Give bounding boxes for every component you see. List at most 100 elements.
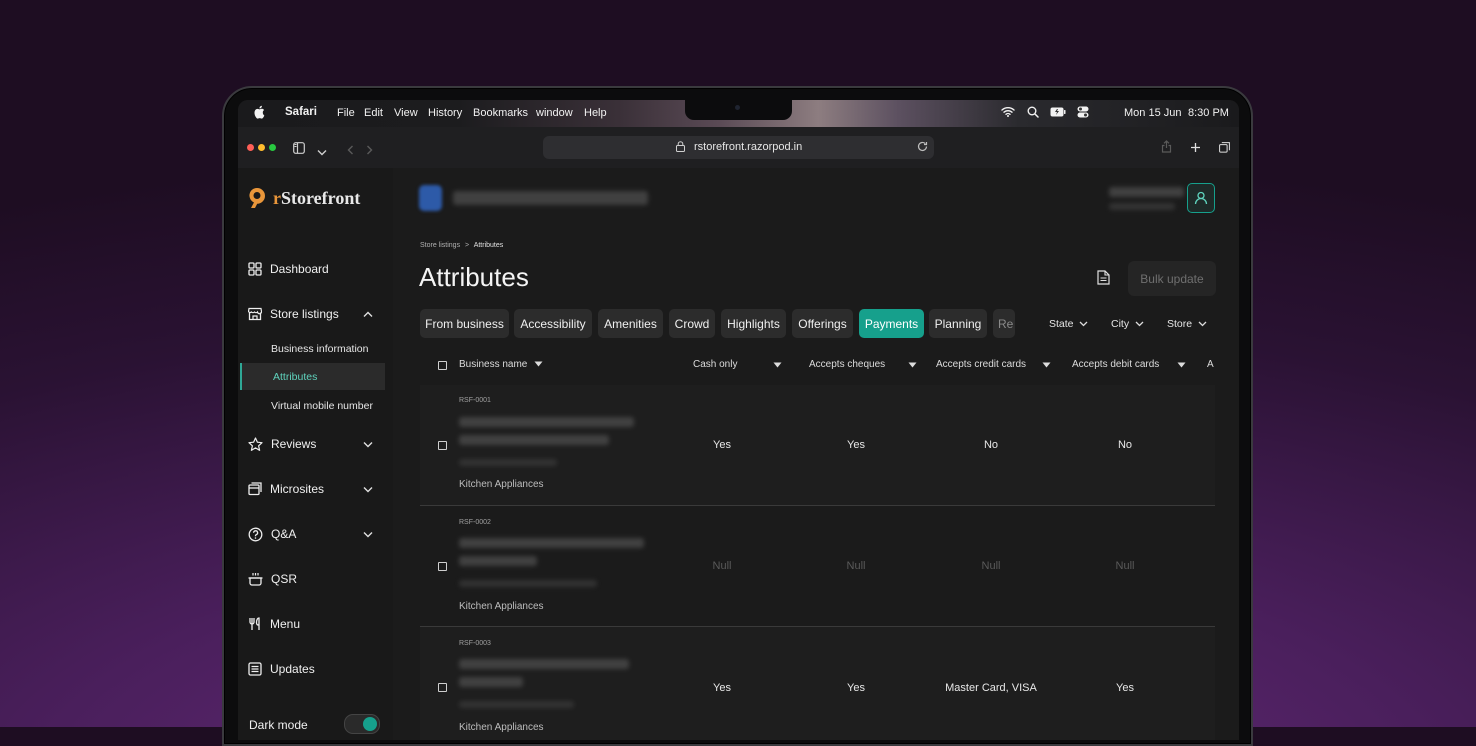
select-all-checkbox[interactable] <box>438 361 447 370</box>
sidebar-item-qa[interactable]: Q&A <box>248 521 383 547</box>
reload-icon[interactable] <box>917 141 928 155</box>
new-tab-icon[interactable] <box>1190 140 1201 158</box>
tab-from-business[interactable]: From business <box>420 309 509 338</box>
chevron-down-icon[interactable] <box>363 531 373 538</box>
menu-history[interactable]: History <box>428 107 462 119</box>
column-header-cash-only[interactable]: Cash only <box>693 359 737 370</box>
sidebar-toggle-icon[interactable] <box>293 141 305 159</box>
tab-re-truncated[interactable]: Re <box>993 309 1015 338</box>
sidebar-subitem-attributes[interactable]: Attributes <box>240 363 385 390</box>
menubar-app-name[interactable]: Safari <box>285 106 317 118</box>
bulk-update-button[interactable]: Bulk update <box>1128 261 1216 296</box>
cell-accepts-debit-cards[interactable]: Yes <box>1055 682 1195 694</box>
tab-planning[interactable]: Planning <box>929 309 987 338</box>
chevron-down-icon[interactable] <box>363 486 373 493</box>
filter-label: Store <box>1167 318 1193 330</box>
tab-amenities[interactable]: Amenities <box>598 309 663 338</box>
sidebar-item-menu[interactable]: Menu <box>248 611 300 637</box>
table-row[interactable]: RSF-0001 Kitchen Appliances Yes Yes No N… <box>420 385 1215 505</box>
cell-accepts-debit-cards[interactable]: Null <box>1055 560 1195 572</box>
menu-view[interactable]: View <box>394 107 418 119</box>
business-name-blurred <box>459 677 523 687</box>
question-icon <box>248 527 263 541</box>
sidebar-subitem-business-information[interactable]: Business information <box>240 335 385 362</box>
caret-down-icon[interactable] <box>908 362 917 368</box>
table-row[interactable]: RSF-0003 Kitchen Appliances Yes Yes Mast… <box>420 627 1215 740</box>
sidebar-subitem-virtual-mobile-number[interactable]: Virtual mobile number <box>240 392 385 419</box>
close-window-button[interactable] <box>247 144 254 151</box>
user-avatar-button[interactable] <box>1187 183 1215 213</box>
cell-accepts-cheques[interactable]: Yes <box>786 439 926 451</box>
caret-down-icon[interactable] <box>1042 362 1051 368</box>
filter-city[interactable]: City <box>1111 318 1144 330</box>
sidebar-item-microsites[interactable]: Microsites <box>248 476 383 502</box>
spotlight-search-icon[interactable] <box>1027 106 1039 121</box>
location-blurred <box>459 459 557 466</box>
cell-accepts-cheques[interactable]: Null <box>786 560 926 572</box>
cell-accepts-credit-cards[interactable]: Null <box>921 560 1061 572</box>
breadcrumb: Store listings > Attributes <box>420 242 503 249</box>
filter-store[interactable]: Store <box>1167 318 1207 330</box>
sidebar-item-store-listings[interactable]: Store listings <box>248 301 383 327</box>
cell-cash-only[interactable]: Yes <box>652 439 792 451</box>
dark-mode-toggle[interactable] <box>344 714 380 734</box>
chevron-down-icon[interactable] <box>363 441 373 448</box>
tab-crowd[interactable]: Crowd <box>669 309 715 338</box>
chevron-up-icon[interactable] <box>363 311 373 318</box>
sidebar-item-dashboard[interactable]: Dashboard <box>248 256 329 282</box>
cell-accepts-cheques[interactable]: Yes <box>786 682 926 694</box>
menu-edit[interactable]: Edit <box>364 107 383 119</box>
row-checkbox[interactable] <box>438 562 447 571</box>
row-checkbox[interactable] <box>438 683 447 692</box>
share-icon[interactable] <box>1161 140 1172 158</box>
address-bar[interactable]: rstorefront.razorpod.in <box>543 136 934 159</box>
forward-icon[interactable] <box>366 142 373 160</box>
page-title: Attributes <box>419 262 529 292</box>
sidebar: rStorefront Dashboard Store listings Bus… <box>238 168 393 740</box>
zoom-window-button[interactable] <box>269 144 276 151</box>
business-name-blurred <box>459 538 644 548</box>
menu-bookmarks[interactable]: Bookmarks <box>473 107 528 119</box>
filter-state[interactable]: State <box>1049 318 1088 330</box>
column-header-accepts-cheques[interactable]: Accepts cheques <box>809 359 885 370</box>
tab-overview-icon[interactable] <box>1219 140 1230 158</box>
column-header-accepts-credit-cards[interactable]: Accepts credit cards <box>936 359 1026 370</box>
tab-payments[interactable]: Payments <box>859 309 924 338</box>
caret-down-icon <box>534 361 543 367</box>
menu-help[interactable]: Help <box>584 107 607 119</box>
battery-icon[interactable] <box>1050 107 1066 120</box>
caret-down-icon[interactable] <box>773 362 782 368</box>
back-icon[interactable] <box>347 142 354 160</box>
cell-accepts-debit-cards[interactable]: No <box>1055 439 1195 451</box>
sidebar-item-updates[interactable]: Updates <box>248 656 315 682</box>
cell-cash-only[interactable]: Null <box>652 560 792 572</box>
brand-logo[interactable]: rStorefront <box>248 187 360 209</box>
chevron-down-icon <box>1198 321 1207 327</box>
row-checkbox[interactable] <box>438 441 447 450</box>
menubar-date: Mon 15 Jun <box>1124 107 1182 119</box>
wifi-icon[interactable] <box>1001 106 1015 120</box>
table-row[interactable]: RSF-0002 Kitchen Appliances Null Null Nu… <box>420 506 1215 626</box>
minimize-window-button[interactable] <box>258 144 265 151</box>
column-header-truncated[interactable]: A <box>1207 359 1215 370</box>
tab-offerings[interactable]: Offerings <box>792 309 853 338</box>
document-icon[interactable] <box>1097 270 1110 290</box>
apple-logo-icon[interactable] <box>253 105 265 122</box>
column-header-accepts-debit-cards[interactable]: Accepts debit cards <box>1072 359 1159 370</box>
menu-file[interactable]: File <box>337 107 355 119</box>
menu-window[interactable]: window <box>536 107 573 119</box>
sidebar-item-label: Menu <box>270 617 301 631</box>
column-header-business-name[interactable]: Business name <box>459 359 543 370</box>
control-center-icon[interactable] <box>1077 106 1089 121</box>
cell-accepts-credit-cards[interactable]: No <box>921 439 1061 451</box>
sidebar-item-reviews[interactable]: Reviews <box>248 431 383 457</box>
tab-highlights[interactable]: Highlights <box>721 309 786 338</box>
business-logo[interactable] <box>419 185 442 211</box>
tab-accessibility[interactable]: Accessibility <box>514 309 592 338</box>
chevron-down-icon[interactable] <box>317 143 327 161</box>
cell-cash-only[interactable]: Yes <box>652 682 792 694</box>
caret-down-icon[interactable] <box>1177 362 1186 368</box>
sidebar-item-qsr[interactable]: QSR <box>248 566 297 592</box>
cell-accepts-credit-cards[interactable]: Master Card, VISA <box>921 682 1061 694</box>
breadcrumb-parent[interactable]: Store listings <box>420 242 460 249</box>
